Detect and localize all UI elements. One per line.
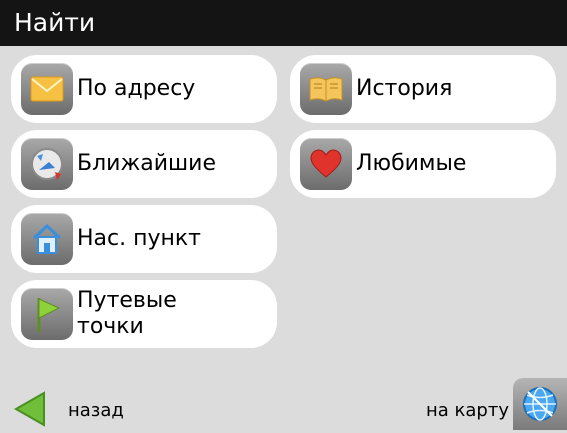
waypoints-label: Путевые точки: [77, 288, 177, 339]
back-arrow-icon: [13, 391, 45, 427]
to-map-label[interactable]: на карту: [426, 400, 509, 421]
nearby-button[interactable]: Ближайшие: [11, 130, 277, 198]
favorites-button[interactable]: Любимые: [290, 130, 556, 198]
flag-icon: [21, 288, 73, 340]
globe-icon: [523, 387, 557, 421]
waypoints-button[interactable]: Путевые точки: [11, 280, 277, 348]
history-label: История: [356, 76, 453, 101]
title-bar: Найти: [0, 0, 567, 46]
back-label[interactable]: назад: [68, 400, 124, 421]
book-icon: [300, 63, 352, 115]
back-button[interactable]: [10, 389, 50, 429]
compass-icon: [21, 138, 73, 190]
favorites-label: Любимые: [356, 151, 467, 176]
heart-icon: [300, 138, 352, 190]
envelope-icon: [21, 63, 73, 115]
house-icon: [21, 213, 73, 265]
nearby-label: Ближайшие: [77, 151, 217, 176]
window-title: Найти: [14, 8, 96, 37]
settlement-label: Нас. пункт: [77, 226, 201, 251]
settlement-button[interactable]: Нас. пункт: [11, 205, 277, 273]
by-address-label: По адресу: [77, 76, 196, 101]
by-address-button[interactable]: По адресу: [11, 55, 277, 123]
to-map-button[interactable]: [513, 378, 567, 430]
history-button[interactable]: История: [290, 55, 556, 123]
bottom-toolbar: назад на карту: [0, 386, 567, 430]
